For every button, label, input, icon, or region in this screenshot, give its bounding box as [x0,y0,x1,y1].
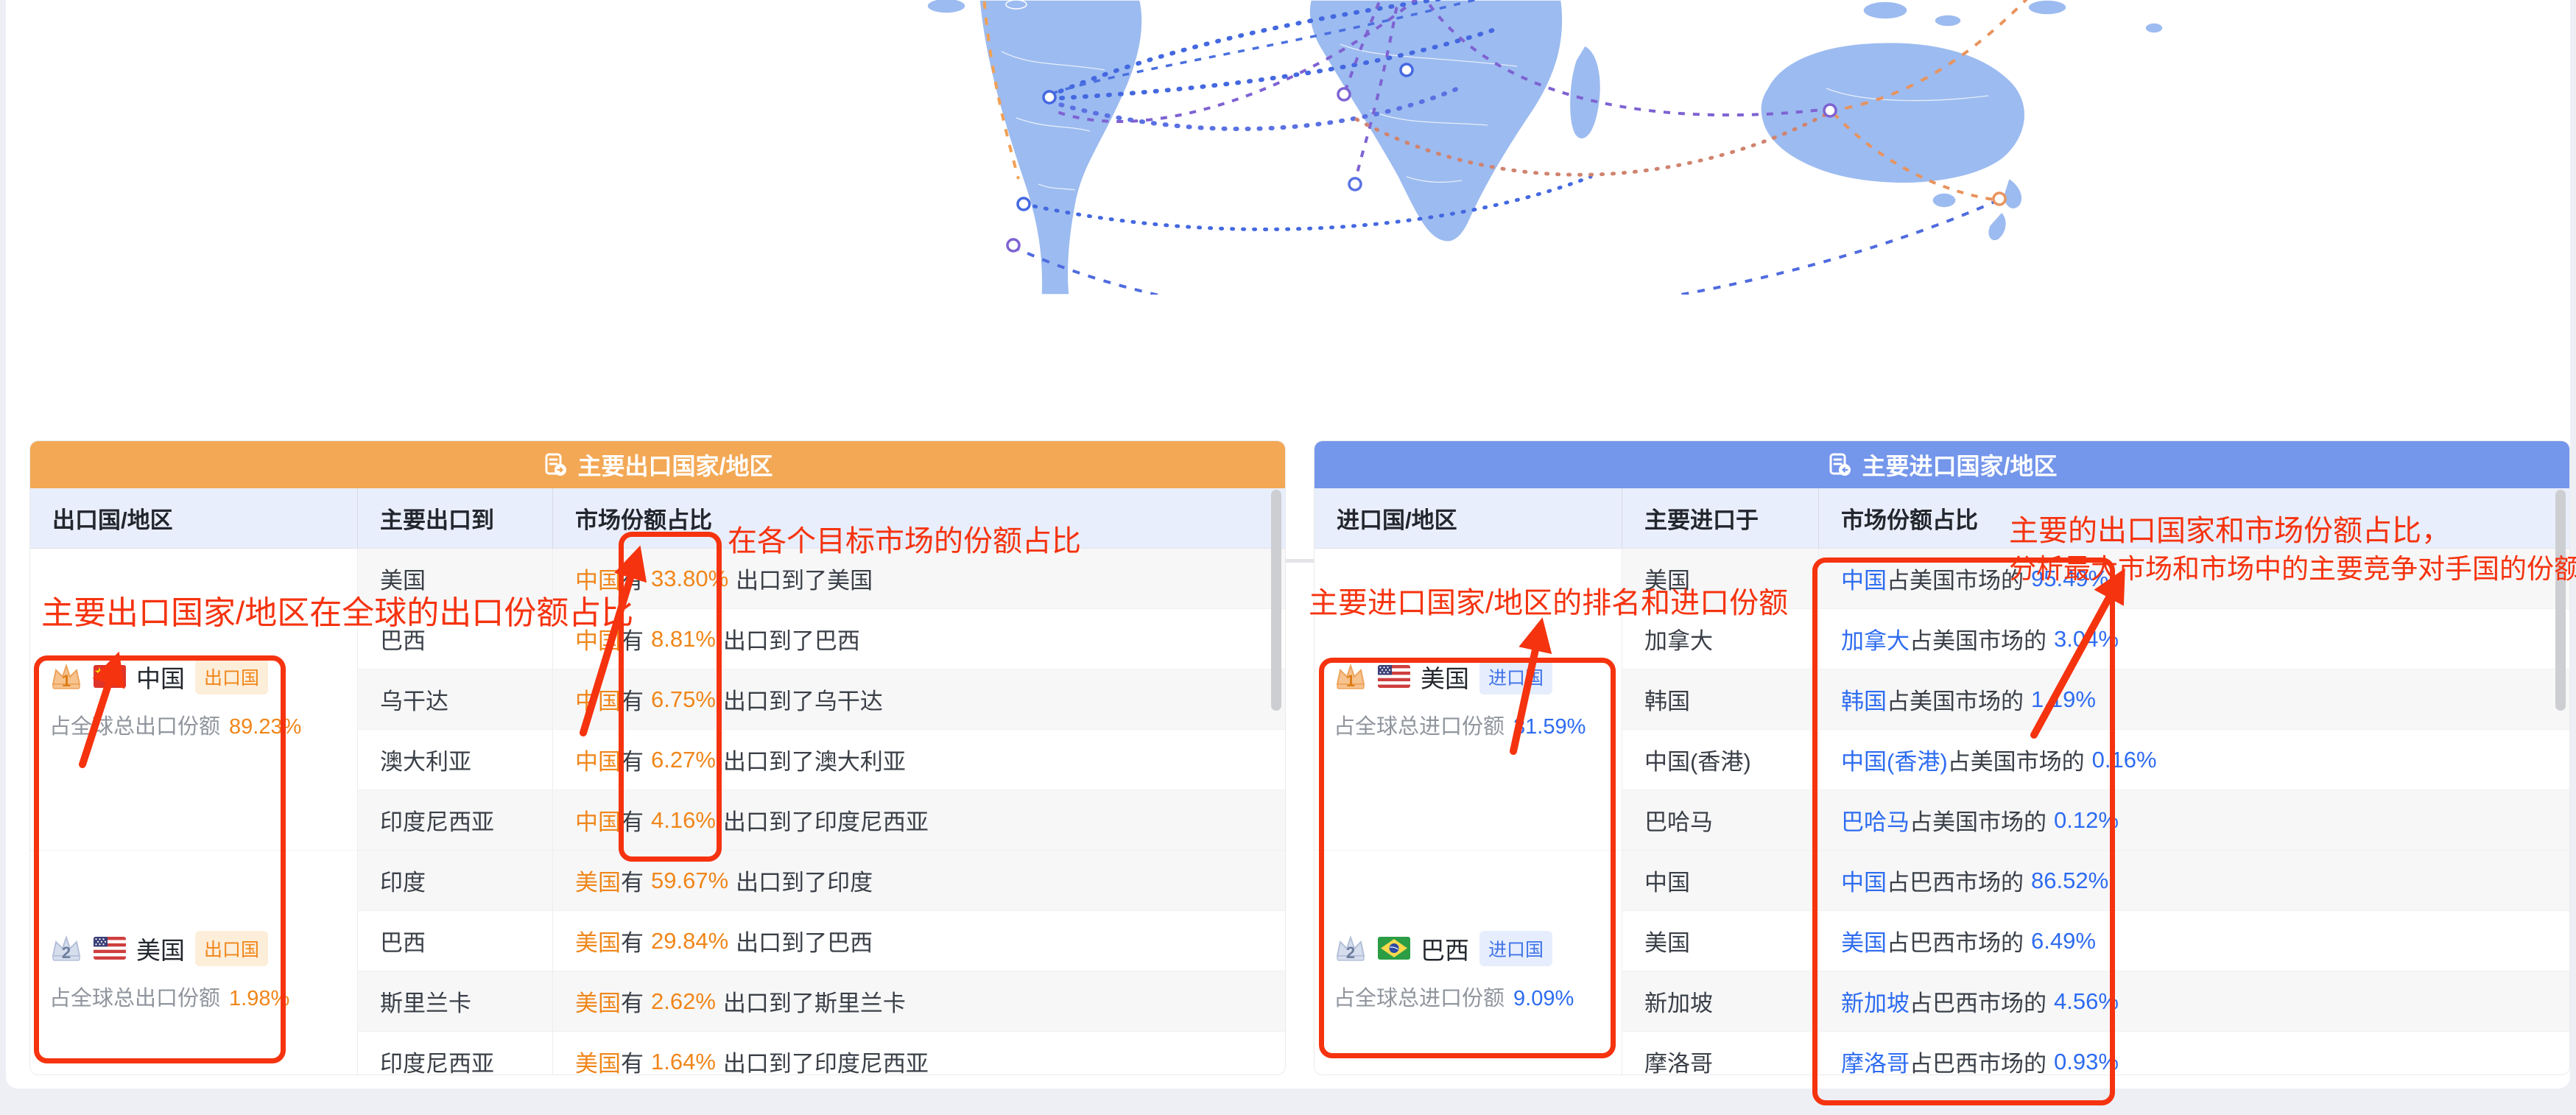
share-value: 31.59% [1513,715,1586,739]
share-sentence: 美国有59.67%出口到了印度 [552,851,1285,911]
src-cell: 摩洛哥 [1622,1032,1818,1074]
annotation-target-market-share: 在各个目标市场的份额占比 [728,517,1081,560]
export-table-title: 主要出口国家/地区 [578,448,773,482]
share-sentence: 摩洛哥占巴西市场的0.93% [1818,1032,2569,1074]
import-table-body[interactable]: 1 美国 进口国 占全球总进口份额31.59% 美国 中国占美国市场的95.49… [1315,549,2569,1074]
share-value: 9.09% [1513,987,1574,1010]
dest-cell: 乌干达 [357,669,552,730]
silver-crown-icon: 2 [1334,934,1368,963]
share-sentence: 新加坡占巴西市场的4.56% [1818,971,2569,1032]
import-table-header: 主要进口国家/地区 [1315,441,2569,488]
global-share: 占全球总出口份额1.98% [49,981,357,1012]
share-sentence: 美国有29.84%出口到了巴西 [552,911,1285,971]
share-sentence: 中国有6.27%出口到了澳大利亚 [552,730,1285,790]
annotation-export-global-share: 主要出口国家/地区在全球的出口份额占比 [41,586,633,633]
role-badge: 进口国 [1479,931,1552,966]
share-sentence: 中国(香港)占美国市场的0.16% [1818,730,2569,790]
export-table-scrollbar[interactable] [1271,490,1281,711]
src-cell: 巴哈马 [1622,790,1818,851]
annotation-import-rank-share: 主要进口国家/地区的排名和进口份额 [1309,579,1788,622]
rank-number: 1 [1334,672,1368,691]
country-name: 美国 [1421,659,1469,694]
country-name: 巴西 [1421,931,1469,966]
src-cell: 中国 [1622,851,1818,911]
country-name: 中国 [136,659,185,694]
gold-crown-icon: 1 [49,662,83,692]
dest-cell: 印度尼西亚 [357,1032,552,1074]
global-share: 占全球总进口份额31.59% [1334,709,1622,740]
africa [1309,0,1563,242]
gold-crown-icon: 1 [1334,662,1368,692]
column-header: 主要进口于 [1622,488,1818,548]
share-sentence: 美国有1.64%出口到了印度尼西亚 [552,1032,1285,1074]
share-value: 1.98% [229,987,289,1010]
exporter-card-usa: 2 美国 出口国 占全球总出口份额1.98% [30,851,357,1074]
src-cell: 新加坡 [1622,971,1818,1032]
global-share: 占全球总进口份额9.09% [1334,981,1622,1012]
silver-crown-icon: 2 [49,934,83,963]
share-sentence: 中国有4.16%出口到了印度尼西亚 [552,790,1285,851]
role-badge: 进口国 [1479,659,1552,694]
annotation-right-note-line1: 主要的出口国家和市场份额占比， [2009,507,2451,549]
report-import-icon [1827,452,1852,477]
trade-dashboard: { "timeline": { "years": ["2021", "2022"… [0,0,2576,1115]
dest-cell: 斯里兰卡 [357,971,552,1032]
share-sentence: 美国占巴西市场的6.49% [1818,911,2569,971]
rank-number: 1 [49,672,83,691]
share-sentence: 加拿大占美国市场的3.04% [1818,609,2569,669]
dest-cell: 印度 [357,851,552,911]
share-sentence: 韩国占美国市场的1.19% [1818,669,2569,730]
export-table-columns: 出口国/地区 主要出口到 市场份额占比 [30,488,1285,549]
role-badge: 出口国 [195,659,268,694]
src-cell: 中国(香港) [1622,730,1818,790]
china-flag [94,665,126,688]
usa-flag [94,937,126,960]
annotation-right-note-line2: 分析最大市场和市场中的主要竞争对手国的份额 [2009,546,2576,586]
column-header: 出口国/地区 [30,502,357,535]
report-export-icon [543,452,568,477]
src-cell: 美国 [1622,911,1818,971]
share-sentence: 中国有8.81%出口到了巴西 [552,609,1285,669]
new-zealand [2003,178,2022,209]
column-header: 进口国/地区 [1315,502,1622,535]
importer-card-brazil: 2 巴西 进口国 占全球总进口份额9.09% [1315,851,1622,1074]
share-value: 89.23% [229,715,301,739]
dest-cell: 印度尼西亚 [357,790,552,851]
role-badge: 出口国 [195,931,268,966]
rank-number: 2 [1334,943,1368,963]
export-table-header: 主要出口国家/地区 [30,441,1285,488]
usa-flag [1378,665,1410,688]
share-sentence: 美国有2.62%出口到了斯里兰卡 [552,971,1285,1032]
import-table-scrollbar[interactable] [2555,490,2566,711]
global-share: 占全球总出口份额89.23% [49,709,357,740]
src-cell: 韩国 [1622,669,1818,730]
year-timeline: 2023 2021 2022 2023 2024 [0,221,2576,390]
madagascar [1569,46,1600,139]
import-table-title: 主要进口国家/地区 [1862,448,2058,482]
share-sentence: 中国占巴西市场的86.52% [1818,851,2569,911]
rank-number: 2 [49,943,83,963]
column-header: 主要出口到 [357,488,552,548]
share-sentence: 中国有6.75%出口到了乌干达 [552,669,1285,730]
share-sentence: 巴哈马占美国市场的0.12% [1818,790,2569,851]
export-table: 主要出口国家/地区 出口国/地区 主要出口到 市场份额占比 1 中国 出口国 [29,440,1286,1075]
brazil-flag [1378,937,1410,960]
dest-cell: 澳大利亚 [357,730,552,790]
country-name: 美国 [136,931,185,966]
dest-cell: 巴西 [357,911,552,971]
tasmania [1932,193,1956,208]
